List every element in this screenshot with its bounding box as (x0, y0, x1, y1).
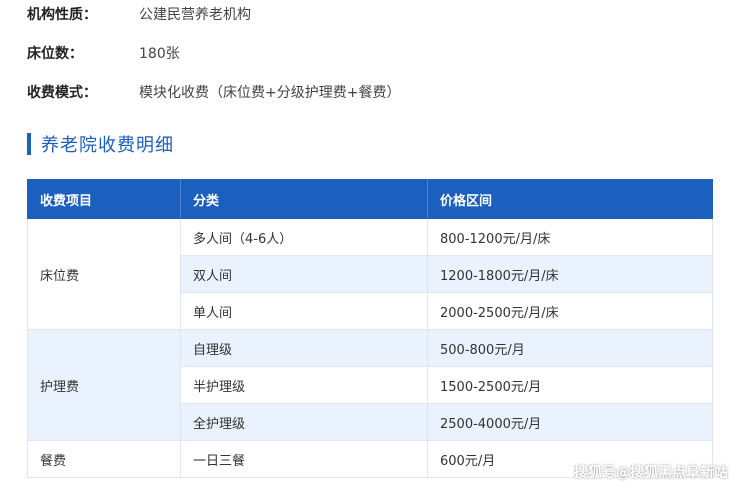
fee-item-cell: 餐费 (27, 440, 181, 478)
price-cell: 500-800元/月 (427, 329, 713, 367)
section-accent-bar (27, 133, 31, 155)
price-cell: 2500-4000元/月 (427, 403, 713, 441)
document-page: 机构性质： 公建民营养老机构 床位数： 180张 收费模式： 模块化收费（床位费… (0, 0, 740, 491)
watermark: 搜狐号@搜狐黑点阜新站 (574, 465, 728, 481)
info-value: 180张 (139, 46, 180, 62)
info-label: 机构性质： (27, 7, 97, 23)
column-header-item: 收费项目 (27, 179, 181, 219)
category-cell: 全护理级 (180, 403, 428, 441)
price-cell: 2000-2500元/月/床 (427, 292, 713, 330)
table-header-row: 收费项目 分类 价格区间 (27, 179, 713, 219)
info-value: 公建民营养老机构 (139, 7, 251, 23)
category-cell: 自理级 (180, 329, 428, 367)
price-cell: 1200-1800元/月/床 (427, 255, 713, 293)
category-cell: 半护理级 (180, 366, 428, 404)
info-label: 床位数： (27, 46, 83, 62)
price-cell: 800-1200元/月/床 (427, 218, 713, 256)
column-header-price: 价格区间 (427, 179, 713, 219)
category-cell: 一日三餐 (180, 440, 428, 478)
fee-item-cell: 护理费 (27, 329, 181, 441)
section-heading: 养老院收费明细 (27, 131, 174, 157)
info-value: 模块化收费（床位费+分级护理费+餐费） (139, 85, 401, 101)
price-cell: 1500-2500元/月 (427, 366, 713, 404)
fee-item-cell: 床位费 (27, 218, 181, 330)
category-cell: 多人间（4-6人） (180, 218, 428, 256)
fee-table: 收费项目 分类 价格区间 床位费 多人间（4-6人） 800-1200元/月/床… (27, 179, 713, 478)
table-row: 床位费 多人间（4-6人） 800-1200元/月/床 (27, 218, 713, 330)
info-label: 收费模式： (27, 85, 97, 101)
category-cell: 双人间 (180, 255, 428, 293)
column-header-category: 分类 (180, 179, 428, 219)
category-cell: 单人间 (180, 292, 428, 330)
section-title: 养老院收费明细 (41, 135, 174, 156)
table-row: 护理费 自理级 500-800元/月 (27, 329, 713, 441)
